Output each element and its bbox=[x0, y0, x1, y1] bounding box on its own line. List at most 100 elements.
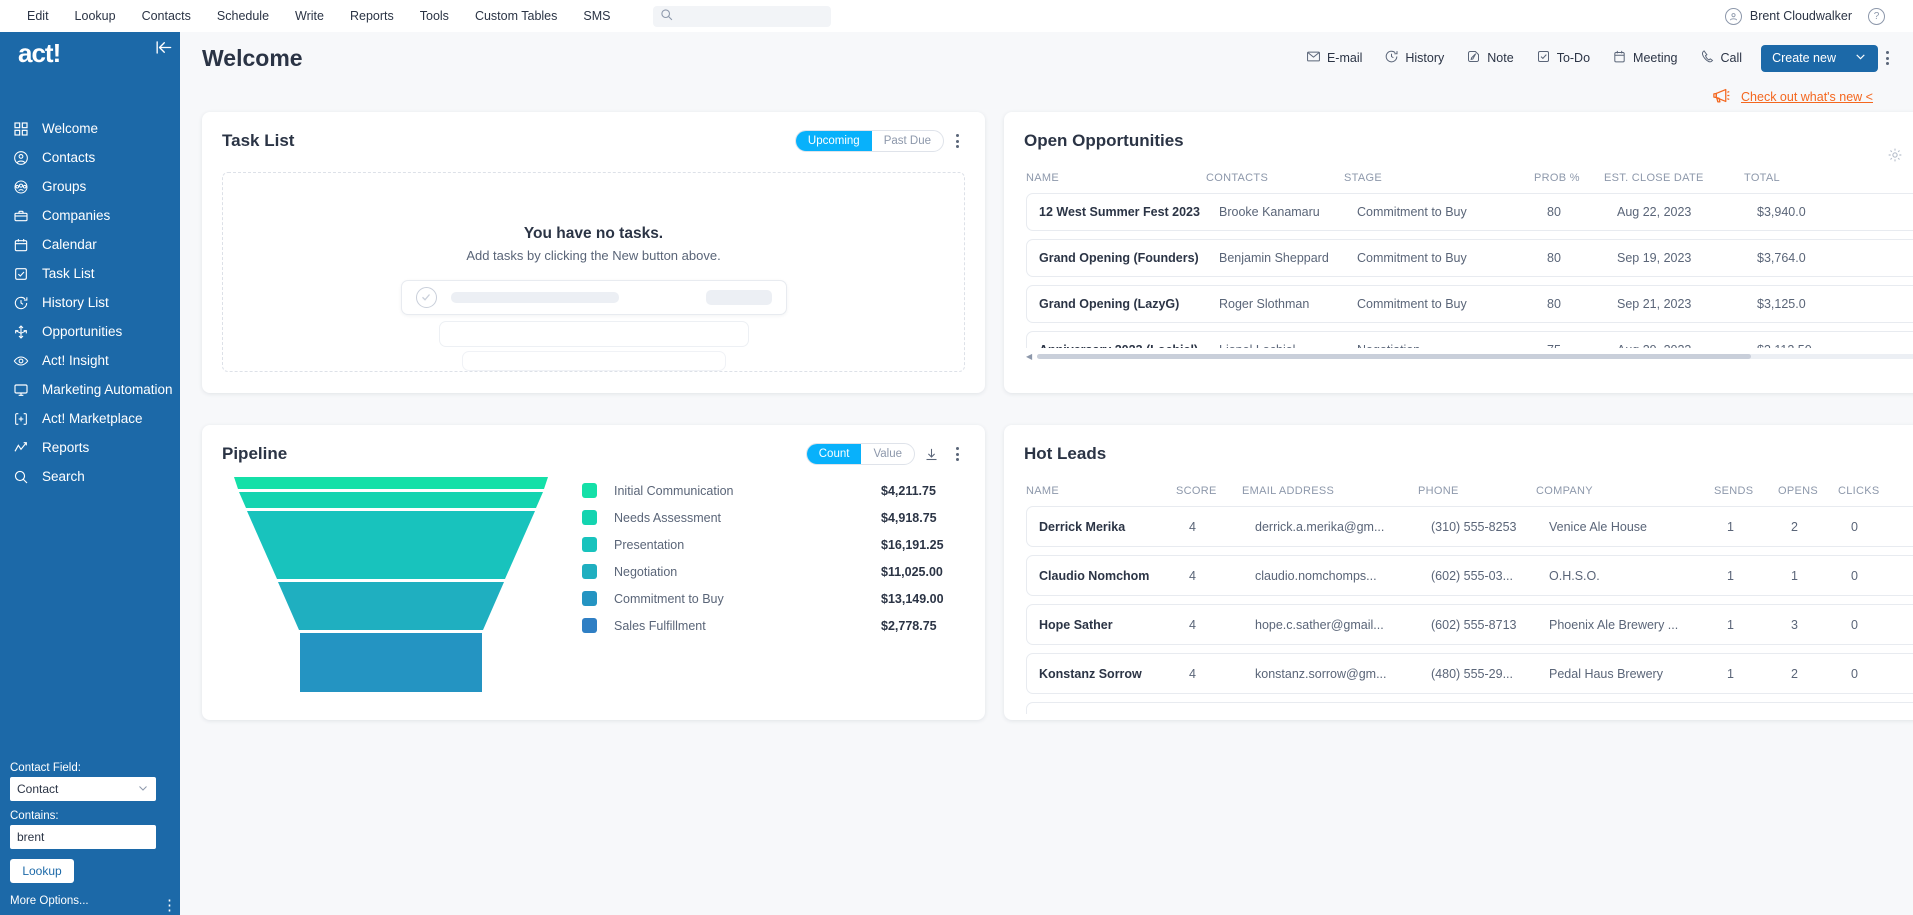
tab-value[interactable]: Value bbox=[861, 444, 914, 464]
column-header-name[interactable]: NAME bbox=[1026, 485, 1176, 497]
sidebar-item-label: Search bbox=[42, 469, 85, 484]
sidebar-item-act-insight[interactable]: Act! Insight bbox=[0, 346, 180, 375]
sidebar-item-calendar[interactable]: Calendar bbox=[0, 230, 180, 259]
collapse-left-icon[interactable] bbox=[146, 32, 180, 62]
sidebar-item-task-list[interactable]: Task List bbox=[0, 259, 180, 288]
contains-input[interactable] bbox=[10, 825, 156, 849]
sidebar-item-opportunities[interactable]: Opportunities bbox=[0, 317, 180, 346]
search-input[interactable] bbox=[679, 9, 824, 23]
header-overflow-menu[interactable] bbox=[1878, 45, 1897, 71]
history-action-button[interactable]: History bbox=[1373, 44, 1455, 72]
cell-name: Claudio Nomchom bbox=[1039, 569, 1189, 583]
cell-opens: 2 bbox=[1791, 667, 1851, 681]
table-row[interactable]: Konstanz Sorrow 4 konstanz.sorrow@gm... … bbox=[1026, 653, 1913, 694]
cell-name: Anniversary 2023 (Lochiel) bbox=[1039, 343, 1219, 348]
scroll-left-icon[interactable]: ◀ bbox=[1026, 352, 1032, 361]
todo-action-button[interactable]: To-Do bbox=[1525, 44, 1601, 72]
column-header-prob[interactable]: PROB % bbox=[1534, 172, 1604, 184]
hot-leads-rows: Derrick Merika 4 derrick.a.merika@gm... … bbox=[1004, 506, 1913, 714]
column-header-stage[interactable]: STAGE bbox=[1344, 172, 1534, 184]
legend-label: Needs Assessment bbox=[614, 511, 868, 525]
calendar-icon bbox=[1612, 49, 1627, 67]
tab-upcoming[interactable]: Upcoming bbox=[796, 131, 872, 151]
cell-clicks: 0 bbox=[1851, 569, 1913, 583]
sidebar-item-history-list[interactable]: History List bbox=[0, 288, 180, 317]
note-action-button[interactable]: Note bbox=[1455, 44, 1524, 72]
menu-item-write[interactable]: Write bbox=[282, 5, 337, 27]
more-options-link[interactable]: More Options... bbox=[10, 895, 170, 907]
table-row[interactable]: Grand Opening (Founders) Benjamin Sheppa… bbox=[1026, 239, 1913, 277]
horizontal-scrollbar[interactable]: ◀ ▶ bbox=[1026, 352, 1913, 361]
sidebar-item-reports[interactable]: Reports bbox=[0, 433, 180, 462]
sidebar-item-groups[interactable]: Groups bbox=[0, 172, 180, 201]
tab-count[interactable]: Count bbox=[807, 444, 862, 464]
menu-item-tools[interactable]: Tools bbox=[407, 5, 462, 27]
menu-item-contacts[interactable]: Contacts bbox=[129, 5, 204, 27]
sidebar-item-marketing-automation[interactable]: Marketing Automation bbox=[0, 375, 180, 404]
column-header-name[interactable]: NAME bbox=[1026, 172, 1206, 184]
column-header-email[interactable]: EMAIL ADDRESS bbox=[1242, 485, 1418, 497]
table-row[interactable]: Claudio Nomchom 4 claudio.nomchomps... (… bbox=[1026, 555, 1913, 596]
legend-value: $11,025.00 bbox=[881, 565, 967, 579]
legend-item: Commitment to Buy $13,149.00 bbox=[582, 591, 967, 606]
question-circle-icon[interactable]: ? bbox=[1868, 8, 1885, 25]
header-action-bar: E-mail History Note To-Do Meeting Call bbox=[1295, 44, 1897, 72]
column-header-close-date[interactable]: EST. CLOSE DATE bbox=[1604, 172, 1744, 184]
lookup-button[interactable]: Lookup bbox=[10, 859, 74, 883]
cell-score: 4 bbox=[1189, 569, 1255, 583]
page-header: Welcome E-mail History Note To-Do Meetin… bbox=[180, 32, 1913, 84]
cell-company: Phoenix Ale Brewery ... bbox=[1549, 618, 1727, 632]
global-search[interactable] bbox=[653, 6, 831, 27]
column-header-company[interactable]: COMPANY bbox=[1536, 485, 1714, 497]
cell-email: konstanz.sorrow@gm... bbox=[1255, 667, 1431, 681]
column-header-score[interactable]: SCORE bbox=[1176, 485, 1242, 497]
contact-field-label: Contact Field: bbox=[10, 762, 170, 774]
sidebar-overflow-menu[interactable]: ⋮ bbox=[162, 903, 172, 909]
contact-field-select[interactable]: Contact bbox=[10, 777, 156, 801]
task-list-overflow-menu[interactable] bbox=[948, 128, 967, 154]
tab-past-due[interactable]: Past Due bbox=[872, 131, 943, 151]
sidebar-item-act-marketplace[interactable]: Act! Marketplace bbox=[0, 404, 180, 433]
open-opportunities-title: Open Opportunities bbox=[1024, 131, 1184, 151]
column-header-sends[interactable]: SENDS bbox=[1714, 485, 1778, 497]
user-account-chip[interactable]: Brent Cloudwalker bbox=[1725, 8, 1852, 25]
sidebar-item-welcome[interactable]: Welcome bbox=[0, 114, 180, 143]
legend-label: Sales Fulfillment bbox=[614, 619, 868, 633]
legend-item: Sales Fulfillment $2,778.75 bbox=[582, 618, 967, 633]
column-header-contacts[interactable]: CONTACTS bbox=[1206, 172, 1344, 184]
whats-new-link[interactable]: Check out what's new < bbox=[1741, 90, 1873, 104]
task-list-header: Task List Upcoming Past Due bbox=[202, 112, 985, 158]
gear-icon[interactable] bbox=[1882, 144, 1908, 166]
sidebar-item-contacts[interactable]: Contacts bbox=[0, 143, 180, 172]
table-row[interactable]: Anniversary 2023 (Lochiel) Lionel Lochie… bbox=[1026, 331, 1913, 348]
table-row[interactable]: 12 West Summer Fest 2023 Brooke Kanamaru… bbox=[1026, 193, 1913, 231]
pipeline-overflow-menu[interactable] bbox=[948, 441, 967, 467]
menu-item-custom-tables[interactable]: Custom Tables bbox=[462, 5, 570, 27]
column-header-opens[interactable]: OPENS bbox=[1778, 485, 1838, 497]
menu-item-edit[interactable]: Edit bbox=[14, 5, 62, 27]
legend-item: Presentation $16,191.25 bbox=[582, 537, 967, 552]
cell-sends: 1 bbox=[1727, 618, 1791, 632]
create-new-button[interactable]: Create new bbox=[1761, 45, 1878, 72]
sidebar-item-companies[interactable]: Companies bbox=[0, 201, 180, 230]
call-action-button[interactable]: Call bbox=[1689, 44, 1754, 72]
sidebar-item-label: Act! Insight bbox=[42, 353, 109, 368]
table-row[interactable]: Derrick Merika 4 derrick.a.merika@gm... … bbox=[1026, 506, 1913, 547]
sidebar-item-search[interactable]: Search bbox=[0, 462, 180, 491]
task-list-tabs: Upcoming Past Due bbox=[795, 130, 944, 152]
menu-item-sms[interactable]: SMS bbox=[570, 5, 623, 27]
table-row[interactable]: Grand Opening (LazyG) Roger Slothman Com… bbox=[1026, 285, 1913, 323]
chevron-down-icon bbox=[137, 782, 149, 797]
download-icon[interactable] bbox=[919, 444, 944, 465]
table-row[interactable] bbox=[1026, 702, 1913, 714]
menu-item-schedule[interactable]: Schedule bbox=[204, 5, 282, 27]
sidebar-item-label: Welcome bbox=[42, 121, 98, 136]
cell-name: Grand Opening (Founders) bbox=[1039, 251, 1219, 265]
legend-swatch-presentation bbox=[582, 537, 597, 552]
email-action-button[interactable]: E-mail bbox=[1295, 44, 1373, 72]
menu-item-reports[interactable]: Reports bbox=[337, 5, 407, 27]
menu-item-lookup[interactable]: Lookup bbox=[62, 5, 129, 27]
column-header-phone[interactable]: PHONE bbox=[1418, 485, 1536, 497]
table-row[interactable]: Hope Sather 4 hope.c.sather@gmail... (60… bbox=[1026, 604, 1913, 645]
meeting-action-button[interactable]: Meeting bbox=[1601, 44, 1688, 72]
